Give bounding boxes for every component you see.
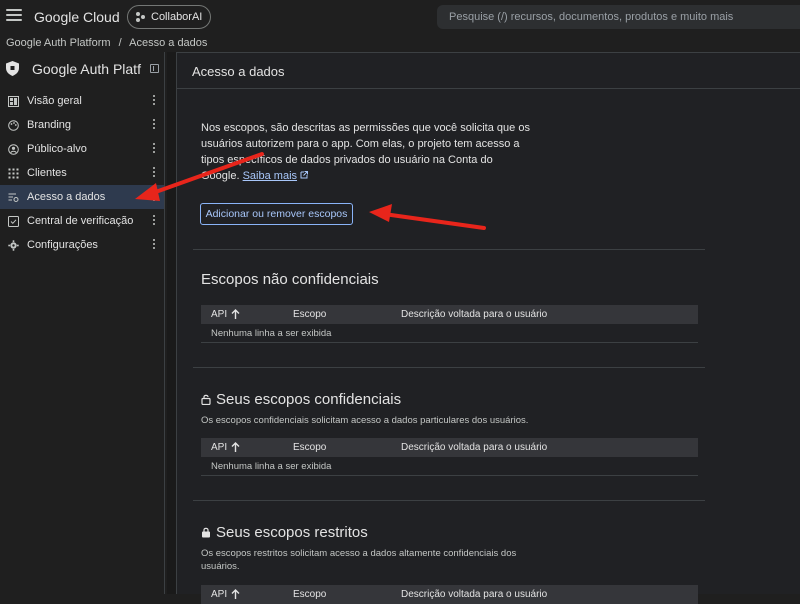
breadcrumb: Google Auth Platform / Acesso a dados bbox=[6, 37, 212, 49]
lock-open-icon bbox=[201, 394, 211, 405]
table-header: API Escopo Descrição voltada para o usuá… bbox=[201, 438, 698, 457]
top-bar: Google Cloud CollaborAI Pesquise (/) rec… bbox=[0, 0, 800, 34]
shield-icon bbox=[6, 61, 19, 76]
breadcrumb-root[interactable]: Google Auth Platform bbox=[6, 37, 111, 49]
content-panel: Acesso a dados Nos escopos, são descrita… bbox=[176, 52, 800, 604]
sidebar-item-label: Acesso a dados bbox=[27, 191, 106, 203]
sidebar-item-label: Visão geral bbox=[27, 95, 82, 107]
content-header: Acesso a dados bbox=[177, 53, 800, 89]
menu-icon[interactable] bbox=[6, 9, 22, 23]
sidebar-item-overview[interactable]: Visão geral bbox=[0, 89, 164, 113]
search-input[interactable]: Pesquise (/) recursos, documentos, produ… bbox=[437, 5, 800, 29]
table-header: API Escopo Descrição voltada para o usuá… bbox=[201, 305, 698, 324]
intro-text: Nos escopos, são descritas as permissões… bbox=[201, 120, 531, 184]
more-vert-icon[interactable] bbox=[153, 167, 156, 178]
table-empty-row: Nenhuma linha a ser exibida bbox=[201, 324, 698, 343]
column-api[interactable]: API bbox=[211, 442, 227, 453]
sidebar-item-audience[interactable]: Público-alvo bbox=[0, 137, 164, 161]
sidebar-item-data-access[interactable]: Acesso a dados bbox=[0, 185, 164, 209]
section-desc-sensitive: Os escopos confidenciais solicitam acess… bbox=[201, 415, 529, 426]
sidebar-nav: Visão geral Branding Público-alvo Client… bbox=[0, 89, 164, 257]
sidebar-item-label: Clientes bbox=[27, 167, 67, 179]
sidebar-item-verification-center[interactable]: Central de verificação bbox=[0, 209, 164, 233]
learn-more-link[interactable]: Saiba mais bbox=[243, 170, 297, 182]
divider bbox=[193, 500, 705, 501]
project-name: CollaborAI bbox=[151, 11, 203, 23]
more-vert-icon[interactable] bbox=[153, 191, 156, 202]
breadcrumb-current: Acesso a dados bbox=[129, 37, 208, 49]
data-access-icon bbox=[8, 192, 19, 203]
external-link-icon bbox=[300, 171, 309, 179]
table-empty-row: Nenhuma linha a ser exibida bbox=[201, 457, 698, 476]
column-description: Descrição voltada para o usuário bbox=[401, 309, 548, 320]
grid-icon bbox=[8, 168, 19, 179]
sidebar-item-clients[interactable]: Clientes bbox=[0, 161, 164, 185]
more-vert-icon[interactable] bbox=[153, 143, 156, 154]
section-desc-restricted: Os escopos restritos solicitam acesso a … bbox=[201, 548, 517, 572]
breadcrumb-separator: / bbox=[118, 37, 122, 49]
section-title-sensitive: Seus escopos confidenciais bbox=[201, 391, 401, 408]
sidebar: Google Auth Platf... Visão geral Brandin… bbox=[0, 52, 165, 594]
dashboard-icon bbox=[8, 95, 19, 107]
add-remove-scopes-button[interactable]: Adicionar ou remover escopos bbox=[200, 203, 353, 225]
person-icon bbox=[8, 143, 19, 155]
more-vert-icon[interactable] bbox=[153, 95, 156, 106]
column-scope: Escopo bbox=[293, 442, 327, 453]
google-cloud-logo[interactable]: Google Cloud bbox=[34, 9, 120, 25]
project-icon bbox=[136, 12, 146, 22]
more-vert-icon[interactable] bbox=[153, 215, 156, 226]
arrow-up-icon[interactable] bbox=[231, 309, 240, 320]
column-description: Descrição voltada para o usuário bbox=[401, 589, 548, 600]
column-api[interactable]: API bbox=[211, 589, 227, 600]
gear-icon bbox=[8, 239, 19, 251]
column-scope: Escopo bbox=[293, 309, 327, 320]
sidebar-item-label: Público-alvo bbox=[27, 143, 87, 155]
sidebar-item-label: Central de verificação bbox=[27, 215, 134, 227]
column-api[interactable]: API bbox=[211, 309, 227, 320]
sidebar-item-label: Branding bbox=[27, 119, 72, 131]
section-title-restricted: Seus escopos restritos bbox=[201, 524, 368, 541]
sidebar-item-label: Configurações bbox=[27, 239, 98, 251]
sidebar-item-settings[interactable]: Configurações bbox=[0, 233, 164, 257]
palette-icon bbox=[8, 119, 19, 131]
arrow-up-icon[interactable] bbox=[231, 589, 240, 600]
sidebar-title: Google Auth Platf... bbox=[32, 61, 142, 77]
divider bbox=[193, 249, 705, 250]
divider bbox=[193, 367, 705, 368]
verified-icon bbox=[8, 215, 19, 227]
section-title-non-sensitive: Escopos não confidenciais bbox=[201, 271, 379, 288]
column-scope: Escopo bbox=[293, 589, 327, 600]
main-area: Acesso a dados Nos escopos, são descrita… bbox=[167, 52, 800, 604]
arrow-up-icon[interactable] bbox=[231, 442, 240, 453]
column-description: Descrição voltada para o usuário bbox=[401, 442, 548, 453]
sidebar-header: Google Auth Platf... bbox=[6, 59, 162, 79]
sidebar-item-branding[interactable]: Branding bbox=[0, 113, 164, 137]
lock-icon bbox=[202, 527, 210, 538]
project-picker[interactable]: CollaborAI bbox=[127, 5, 211, 29]
collapse-sidebar-icon[interactable] bbox=[150, 64, 159, 73]
table-header: API Escopo Descrição voltada para o usuá… bbox=[201, 585, 698, 604]
more-vert-icon[interactable] bbox=[153, 119, 156, 130]
more-vert-icon[interactable] bbox=[153, 239, 156, 250]
page-title: Acesso a dados bbox=[192, 64, 285, 79]
